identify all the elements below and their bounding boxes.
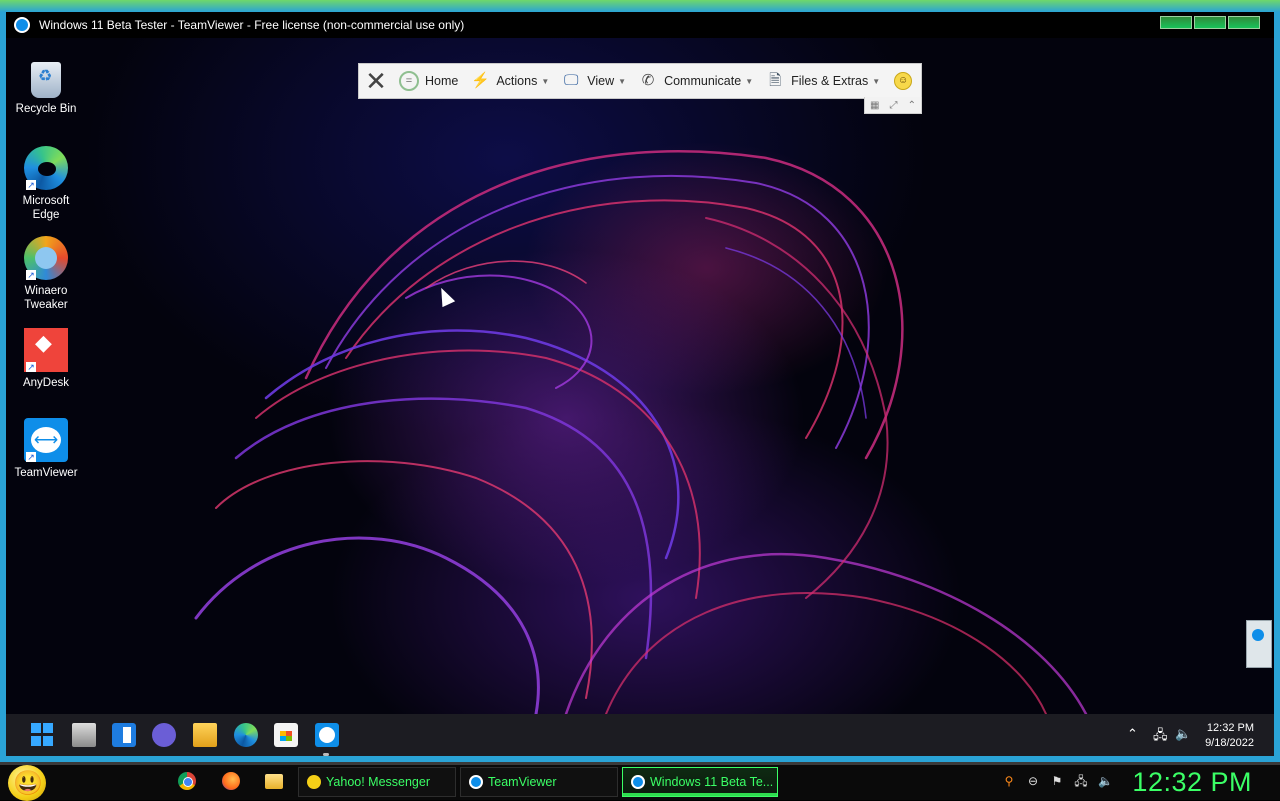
- teamviewer-icon: ↗: [24, 418, 68, 462]
- desktop-icon-label: Winaero Tweaker: [24, 285, 68, 311]
- toolbar-communicate-label: Communicate: [664, 74, 742, 88]
- winaero-tweaker-icon: ↗: [24, 236, 68, 280]
- maximize-button[interactable]: [1194, 16, 1226, 29]
- desktop-icon-label: TeamViewer: [14, 467, 78, 479]
- edge-icon[interactable]: [234, 723, 258, 747]
- host-window-frame: Windows 11 Beta Tester - TeamViewer - Fr…: [0, 0, 1280, 762]
- desktop-icon-recycle-bin[interactable]: Recycle Bin: [12, 58, 80, 116]
- volume-icon[interactable]: 🔈: [1098, 774, 1113, 788]
- chevron-down-icon: ▼: [541, 76, 550, 86]
- host-task-label: Windows 11 Beta Te...: [650, 775, 774, 789]
- teamviewer-window[interactable]: Windows 11 Beta Tester - TeamViewer - Fr…: [6, 12, 1274, 756]
- toolbar-actions-label: Actions: [496, 74, 538, 88]
- desktop-icon-anydesk[interactable]: ↗ AnyDesk: [12, 328, 80, 390]
- host-task-windows-11-beta-tester[interactable]: Windows 11 Beta Te...: [622, 767, 778, 797]
- edge-icon: ↗: [24, 146, 68, 190]
- desktop-icon-winaero-tweaker[interactable]: ↗ Winaero Tweaker: [12, 236, 80, 312]
- home-icon: =: [399, 71, 419, 91]
- remote-time: 12:32 PM: [1206, 722, 1254, 734]
- folder-icon[interactable]: [265, 774, 283, 789]
- teamviewer-icon: [469, 775, 483, 789]
- host-task-yahoo-messenger[interactable]: Yahoo! Messenger: [298, 767, 456, 797]
- bloom-wallpaper: [194, 150, 1088, 714]
- host-task-teamviewer[interactable]: TeamViewer: [460, 767, 618, 797]
- fullscreen-icon[interactable]: ⤢: [890, 100, 898, 111]
- shortcut-arrow-icon: ↗: [26, 180, 36, 190]
- toolbar-home-label: Home: [425, 74, 459, 88]
- show-hidden-icons-chevron-icon[interactable]: ⌃: [1127, 726, 1138, 742]
- host-clock[interactable]: 12:32 PM: [1132, 767, 1252, 798]
- close-connection-button[interactable]: ✕: [359, 64, 393, 98]
- toolbar-communicate-menu[interactable]: ✆ Communicate ▼: [632, 64, 759, 98]
- host-start-smiley-icon[interactable]: [8, 765, 46, 801]
- toolbar-view-label: View: [587, 74, 615, 88]
- remote-clock[interactable]: 12:32 PM 9/18/2022: [1205, 721, 1254, 751]
- teamviewer-side-panel-handle[interactable]: [1246, 620, 1272, 668]
- monitor-icon: 🖵: [564, 72, 579, 89]
- window-title: Windows 11 Beta Tester - TeamViewer - Fr…: [39, 18, 465, 32]
- collapse-chevron-icon[interactable]: ⌃: [908, 100, 916, 111]
- remote-taskbar: ⌃ 🖧 🔈 12:32 PM 9/18/2022: [6, 714, 1274, 756]
- yahoo-messenger-icon: [307, 775, 321, 789]
- anydesk-icon: ↗: [24, 328, 68, 372]
- host-taskbar: Yahoo! Messenger TeamViewer Windows 11 B…: [0, 762, 1280, 801]
- remote-desktop[interactable]: Recycle Bin ↗ Microsoft Edge ↗ Winaero T…: [6, 38, 1274, 714]
- window-titlebar[interactable]: Windows 11 Beta Tester - TeamViewer - Fr…: [6, 12, 1274, 38]
- chevron-down-icon: ▼: [618, 76, 627, 86]
- file-transfer-icon: 🗎: [769, 72, 782, 89]
- recycle-bin-icon: [31, 62, 61, 98]
- desktop-icon-microsoft-edge[interactable]: ↗ Microsoft Edge: [12, 146, 80, 222]
- firefox-icon[interactable]: [222, 772, 240, 790]
- phone-chat-icon: ✆: [641, 72, 655, 89]
- toolbar-files-extras-menu[interactable]: 🗎 Files & Extras ▼: [759, 64, 886, 98]
- task-view-icon[interactable]: [72, 723, 96, 747]
- shortcut-arrow-icon: ↗: [26, 452, 36, 462]
- window-controls: [1160, 16, 1260, 29]
- active-app-indicator: [323, 753, 329, 756]
- teamviewer-icon: [14, 17, 30, 33]
- toolbar-view-menu[interactable]: 🖵 View ▼: [555, 64, 632, 98]
- chevron-down-icon: ▼: [872, 76, 881, 86]
- flag-icon[interactable]: ⚑: [1050, 774, 1064, 788]
- teamviewer-toolbar: ✕ = Home ⚡ Actions ▼ 🖵 View ▼ ✆ Communic…: [358, 63, 922, 99]
- desktop-icon-label: AnyDesk: [22, 377, 70, 389]
- desktop-icon-teamviewer[interactable]: ↗ TeamViewer: [12, 418, 80, 480]
- chevron-down-icon: ▼: [745, 76, 754, 86]
- grid-icon[interactable]: ▦: [870, 100, 879, 111]
- network-icon[interactable]: 🖧: [1074, 774, 1088, 788]
- remote-date: 9/18/2022: [1205, 737, 1254, 749]
- file-explorer-icon[interactable]: [193, 723, 217, 747]
- search-icon[interactable]: ⚲: [1002, 774, 1016, 788]
- shortcut-arrow-icon: ↗: [26, 270, 36, 280]
- chat-icon[interactable]: [152, 723, 176, 747]
- desktop-icon-label: Recycle Bin: [15, 103, 77, 115]
- lightning-icon: ⚡: [471, 72, 490, 89]
- shortcut-arrow-icon: ↗: [26, 362, 36, 372]
- host-frame-top-strip: [0, 0, 1280, 12]
- teamviewer-tray-icon[interactable]: ⊖: [1026, 774, 1040, 788]
- host-task-label: Yahoo! Messenger: [326, 775, 430, 789]
- toolbar-home-button[interactable]: = Home: [393, 64, 464, 98]
- teamviewer-icon: [631, 775, 645, 789]
- volume-icon[interactable]: 🔈: [1175, 726, 1191, 742]
- chrome-icon[interactable]: [178, 772, 196, 790]
- close-button[interactable]: [1228, 16, 1260, 29]
- microsoft-store-icon[interactable]: [274, 723, 298, 747]
- host-task-label: TeamViewer: [488, 775, 557, 789]
- minimize-button[interactable]: [1160, 16, 1192, 29]
- toolbar-actions-menu[interactable]: ⚡ Actions ▼: [464, 64, 555, 98]
- teamviewer-icon[interactable]: [315, 723, 339, 747]
- desktop-icon-label: Microsoft Edge: [22, 195, 70, 221]
- toolbar-subbar: ▦ ⤢ ⌃: [864, 97, 922, 114]
- toolbar-files-extras-label: Files & Extras: [791, 74, 869, 88]
- widgets-icon[interactable]: [112, 723, 136, 747]
- windows-start-icon[interactable]: [31, 723, 55, 747]
- network-icon[interactable]: 🖧: [1153, 726, 1168, 748]
- feedback-smiley-icon[interactable]: ☺: [894, 72, 913, 90]
